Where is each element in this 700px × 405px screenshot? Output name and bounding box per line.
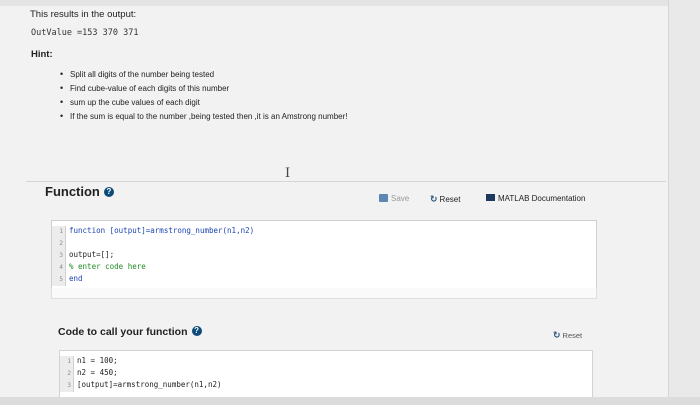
code-line: 1 n1 = 100; [60,355,592,368]
reset-label: Reset [562,331,583,340]
matlab-icon [486,194,495,202]
matlab-doc-label: MATLAB Documentation [498,194,586,203]
code-text: n1 = 100; [77,356,118,365]
call-reset-button[interactable]: ↻ Reset [553,330,582,341]
code-lines: 1 function [output]=armstrong_number(n1,n… [52,225,596,286]
hint-list: Split all digits of the number being tes… [60,69,348,125]
code-text: % enter code here [69,262,146,271]
call-code-editor[interactable]: 1 n1 = 100; 2 n2 = 450; 3 [output]=armstron… [59,350,593,399]
code-text: n2 = 450; [77,368,118,377]
code-text: end [69,274,83,283]
code-line: 5 end [52,273,596,286]
code-line: 1 function [output]=armstrong_number(n1,n… [52,225,596,238]
editor-footer [51,288,597,299]
function-title-text: Function [45,184,100,199]
code-line: 3 output=[]; [52,249,596,262]
hint-item: Split all digits of the number being tes… [60,69,348,83]
line-number: 3 [60,380,74,392]
reset-button[interactable]: ↻ Reset [430,194,460,205]
intro-text: This results in the output: [30,9,137,20]
code-lines: 1 n1 = 100; 2 n2 = 450; 3 [output]=armstron… [60,355,592,392]
code-line: 4% enter code here [52,261,596,274]
code-text: output=[]; [69,250,115,259]
save-button[interactable]: Save [379,193,410,203]
top-strip [0,0,700,6]
code-text: [output]=armstrong_number(n1,n2) [77,380,222,389]
call-function-title: Code to call your function? [58,326,202,338]
hint-item: sum up the cube values of each digit [60,97,348,111]
save-label: Save [391,194,410,203]
code-line: 2 n2 = 450; [60,367,592,380]
hint-title: Hint: [31,49,53,60]
outvalue-line: OutValue =153 370 371 [31,28,139,38]
function-code-editor[interactable]: 1 function [output]=armstrong_number(n1,n… [51,220,597,290]
hint-item: If the sum is equal to the number ,being… [60,111,348,125]
text-cursor-icon: I [285,166,291,181]
bottom-strip [0,397,700,405]
line-number: 5 [52,274,66,286]
right-side-panel [668,0,700,405]
hint-item: Find cube-value of each digits of this n… [60,83,348,97]
save-icon [379,193,388,202]
reset-icon: ↻ [430,194,438,204]
code-line: 2 [52,237,596,250]
section-divider [26,181,666,182]
function-title: Function? [45,184,114,199]
matlab-documentation-button[interactable]: MATLAB Documentation [486,194,585,203]
info-icon[interactable]: ? [191,326,202,337]
reset-label: Reset [439,195,461,204]
code-line: 3 [output]=armstrong_number(n1,n2) [60,379,592,392]
code-text: function [output]=armstrong_number(n1,n2… [69,226,255,235]
call-title-text: Code to call your function [58,326,188,338]
reset-icon: ↻ [553,330,561,340]
info-icon[interactable]: ? [103,186,114,197]
